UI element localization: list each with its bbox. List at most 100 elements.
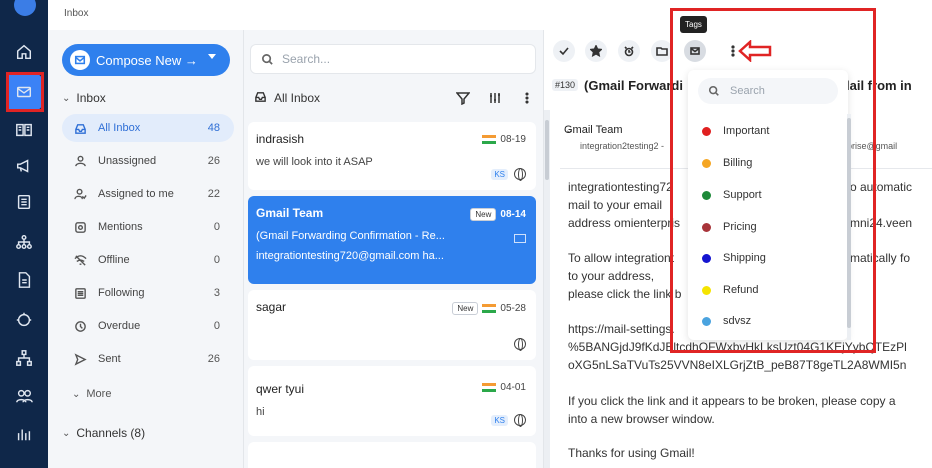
nav-item-label: Offline [98, 254, 130, 266]
nav-item-count: 0 [213, 221, 220, 233]
channels-toggle[interactable]: ⌄ Channels (8) [62, 426, 145, 440]
home-icon[interactable] [14, 42, 34, 62]
india-flag-icon [482, 304, 497, 313]
ticket-id-badge: #130 [552, 79, 579, 91]
app-logo[interactable] [14, 0, 36, 16]
nav-item-label: Unassigned [98, 155, 157, 167]
body-line: address omienterpris [568, 216, 681, 230]
nav-item-label: All Inbox [98, 122, 141, 134]
list-title: All Inbox [274, 91, 321, 105]
nav-item-label: Assigned to me [98, 188, 174, 200]
agent-badge: KS [491, 414, 508, 426]
india-flag-icon [482, 383, 497, 392]
more-vertical-icon[interactable] [518, 89, 536, 107]
nav-item-count: 0 [213, 320, 220, 332]
nav-item-unassigned[interactable]: Unassigned 26 [62, 147, 234, 175]
nav-item-count: 26 [207, 353, 220, 365]
alarm-clock-icon[interactable] [618, 40, 640, 62]
globe-icon [514, 414, 526, 427]
send-icon [74, 352, 90, 366]
date-text: 08-14 [500, 209, 526, 220]
analytics-icon[interactable] [14, 424, 34, 444]
bot-icon[interactable] [14, 310, 34, 330]
list-header: All Inbox [254, 88, 536, 108]
book-icon[interactable] [14, 120, 34, 140]
nav-item-label: Mentions [98, 221, 143, 233]
conversation-card[interactable]: sagar New 05-28 [248, 290, 536, 360]
mail-icon [514, 234, 526, 243]
conversation-card[interactable]: indrasish 08-19 we will look into it ASA… [248, 122, 536, 190]
message-snippet: we will look into it ASAP [256, 156, 373, 168]
nav-item-sent[interactable]: Sent 26 [62, 345, 234, 373]
nav-item-label: Overdue [98, 320, 141, 332]
nav-item-count: 3 [213, 287, 220, 299]
check-icon[interactable] [553, 40, 575, 62]
message-snippet: hi [256, 406, 265, 418]
detail-scrollbar[interactable] [544, 110, 550, 468]
nav-item-label: Following [98, 287, 145, 299]
left-rail [0, 0, 48, 468]
search-icon [262, 53, 273, 65]
list-icon [74, 287, 90, 300]
contacts-icon[interactable] [14, 192, 34, 212]
nav-item-count: 0 [213, 254, 220, 266]
conversation-subject: (Gmail Forwardi [584, 78, 683, 93]
channels-label: Channels (8) [76, 426, 146, 440]
conversation-card-selected[interactable]: Gmail Team New 08-14 (Gmail Forwarding Co… [248, 196, 536, 284]
date-text: 05-28 [500, 303, 526, 314]
body-line: To allow integrationt [568, 251, 675, 265]
body-line: to your address, [568, 269, 655, 283]
at-sign-icon [74, 221, 90, 234]
message-snippet: integrationtesting720@gmail.com ha... [256, 250, 444, 262]
body-line: please click the link b [568, 287, 682, 301]
hierarchy-icon[interactable] [14, 232, 34, 252]
sort-icon[interactable] [486, 89, 504, 107]
body-line: https://mail-settings. [568, 322, 675, 336]
india-flag-icon [482, 135, 497, 144]
globe-icon [514, 168, 526, 181]
new-badge: New [470, 208, 497, 221]
nav-item-offline[interactable]: Offline 0 [62, 246, 234, 274]
nav-item-label: Sent [98, 353, 121, 365]
star-icon[interactable] [585, 40, 607, 62]
date-text: 04-01 [500, 382, 526, 393]
compose-button[interactable]: Compose New → [62, 44, 230, 76]
body-line: Thanks for using Gmail! [568, 446, 695, 460]
team-icon[interactable] [14, 386, 34, 406]
date-text: 08-19 [500, 134, 526, 145]
more-toggle[interactable]: ⌄ More [72, 388, 111, 400]
highlight-box [6, 72, 44, 112]
conversation-card[interactable]: qwer tyui 04-01 hi KS [248, 366, 536, 436]
nav-item-assigned-to-me[interactable]: Assigned to me 22 [62, 180, 234, 208]
agent-badge: KS [491, 168, 508, 180]
chevron-down-icon: ⌄ [62, 92, 71, 104]
conversation-search-input[interactable]: Search... [250, 44, 536, 74]
inbox-tray-icon [254, 90, 268, 106]
filter-icon[interactable] [454, 89, 472, 107]
globe-icon [514, 338, 526, 351]
body-line: into a new browser window. [568, 412, 715, 426]
message-subject: (Gmail Forwarding Confirmation - Re... [256, 230, 445, 242]
org-chart-icon[interactable] [14, 348, 34, 368]
nav-item-following[interactable]: Following 3 [62, 279, 234, 307]
wifi-off-icon [74, 254, 90, 267]
nav-item-all-inbox[interactable]: All Inbox 48 [62, 114, 234, 142]
inbox-tray-icon [74, 122, 90, 135]
highlight-box [670, 8, 876, 353]
nav-item-mentions[interactable]: Mentions 0 [62, 213, 234, 241]
clock-icon [74, 320, 90, 333]
nav-item-overdue[interactable]: Overdue 0 [62, 312, 234, 340]
sender-address: integration2testing2 - [580, 141, 665, 151]
chevron-down-icon[interactable] [208, 54, 216, 59]
nav-item-count: 22 [207, 188, 220, 200]
nav-item-count: 48 [207, 122, 220, 134]
inbox-section-toggle[interactable]: ⌄ Inbox [62, 91, 106, 105]
search-placeholder: Search... [282, 52, 331, 66]
megaphone-icon[interactable] [14, 156, 34, 176]
conversation-card[interactable] [248, 442, 536, 468]
breadcrumb: Inbox [64, 8, 89, 19]
inbox-section-label: Inbox [76, 91, 106, 105]
sender-name: Gmail Team [564, 124, 623, 136]
chevron-down-icon: ⌄ [72, 388, 81, 400]
document-icon[interactable] [14, 270, 34, 290]
